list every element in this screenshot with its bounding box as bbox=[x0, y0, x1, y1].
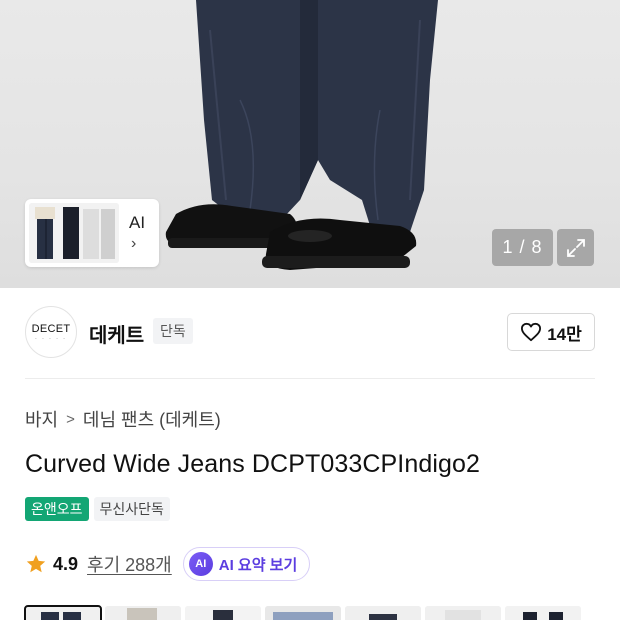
like-count: 14만 bbox=[547, 324, 582, 344]
chevron-right-icon: > bbox=[66, 410, 75, 428]
brand-logo-sub: - - - - - bbox=[35, 335, 67, 342]
divider bbox=[25, 378, 595, 379]
thumbnail[interactable] bbox=[265, 606, 341, 620]
breadcrumb-item-denim[interactable]: 데님 팬츠 (데케트) bbox=[83, 406, 221, 432]
thumbnail[interactable] bbox=[185, 606, 261, 620]
exclusive-badge: 단독 bbox=[153, 318, 193, 344]
product-tags: 온앤오프 무신사단독 bbox=[25, 497, 170, 521]
like-button[interactable]: 14만 bbox=[507, 313, 595, 351]
ai-badge-icon: AI bbox=[188, 552, 213, 576]
product-title: Curved Wide Jeans DCPT033CPIndigo2 bbox=[25, 450, 481, 478]
image-counter: 1 / 8 bbox=[492, 229, 553, 266]
chevron-right-icon: › bbox=[131, 235, 137, 252]
color-thumbnails bbox=[24, 605, 581, 620]
product-image-gallery[interactable]: AI › 1 / 8 bbox=[0, 0, 620, 288]
thumbnail[interactable] bbox=[425, 606, 501, 620]
expand-button[interactable] bbox=[557, 229, 594, 266]
reviews-link[interactable]: 후기 288개 bbox=[87, 551, 172, 577]
outfit-thumbnail bbox=[29, 203, 119, 263]
rating-value: 4.9 bbox=[53, 553, 79, 574]
star-icon bbox=[26, 554, 46, 573]
thumbnail[interactable] bbox=[24, 605, 102, 620]
thumbnail[interactable] bbox=[345, 606, 421, 620]
expand-icon bbox=[566, 238, 585, 257]
product-page: AI › 1 / 8 DECET - - - - - 데케트 단독 14만 바지… bbox=[0, 0, 620, 620]
breadcrumb-item-pants[interactable]: 바지 bbox=[25, 406, 58, 432]
ai-label: AI bbox=[129, 213, 146, 232]
ai-summary-label: AI 요약 보기 bbox=[218, 556, 298, 574]
heart-icon bbox=[521, 322, 542, 342]
ai-outfit-card[interactable]: AI › bbox=[25, 199, 159, 267]
thumbnail[interactable] bbox=[105, 606, 181, 620]
thumbnail[interactable] bbox=[505, 606, 581, 620]
brand-logo-text: DECET bbox=[31, 322, 71, 335]
tag-onoff: 온앤오프 bbox=[25, 497, 89, 521]
tag-musinsa-exclusive: 무신사단독 bbox=[93, 497, 170, 521]
breadcrumb: 바지 > 데님 팬츠 (데케트) bbox=[25, 406, 221, 432]
brand-name[interactable]: 데케트 bbox=[89, 319, 144, 348]
rating-row: 4.9 후기 288개 AI AI 요약 보기 bbox=[25, 547, 311, 581]
brand-logo[interactable]: DECET - - - - - bbox=[25, 306, 77, 358]
ai-summary-button[interactable]: AI AI 요약 보기 bbox=[182, 547, 311, 581]
